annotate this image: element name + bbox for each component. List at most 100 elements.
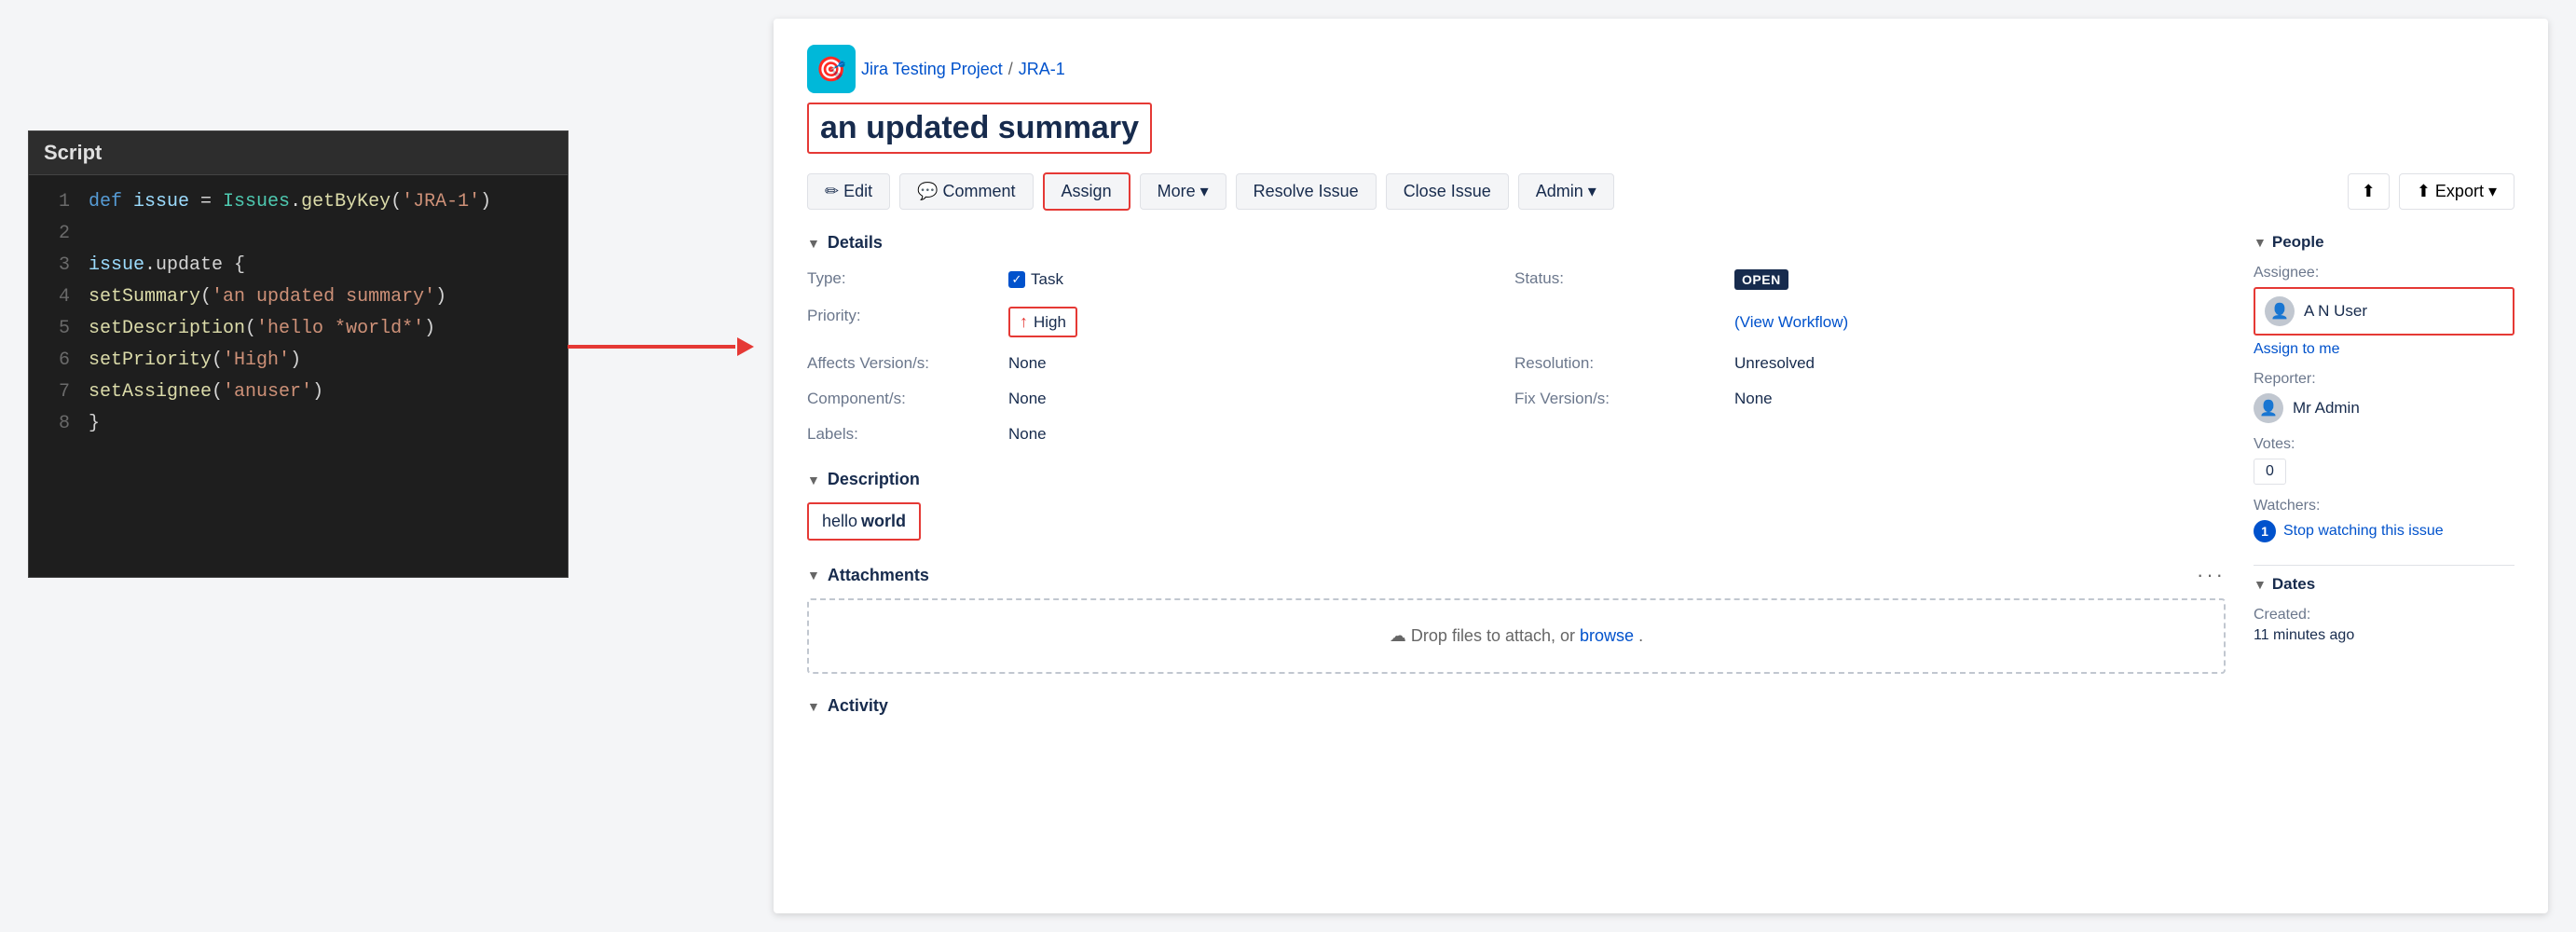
component-label: Component/s: [807,386,993,412]
breadcrumb-project[interactable]: Jira Testing Project [861,60,1003,79]
assignee-name: A N User [2304,302,2367,321]
description-header[interactable]: ▼ Description [807,470,2226,489]
attachments-label: Attachments [828,566,929,585]
people-section: ▼ People Assignee: 👤 A N User Assign to … [2254,233,2514,542]
browse-suffix: . [1638,626,1643,645]
toolbar: ✏ Edit 💬 Comment Assign More ▾ Resolve I… [807,172,2514,211]
type-value: ✓ Task [1008,266,1500,294]
line-number: 7 [36,377,70,408]
line-number: 6 [36,345,70,377]
code-token: .update { [144,254,245,276]
resolve-button[interactable]: Resolve Issue [1236,173,1377,210]
code-line: 3issue.update { [29,250,568,281]
view-workflow-link[interactable]: (View Workflow) [1734,313,1848,332]
code-token: Issues [223,191,290,212]
activity-label: Activity [828,696,888,716]
attachments-more-icon[interactable]: ··· [2197,563,2226,587]
jira-issue-panel: 🎯 Jira Testing Project / JRA-1 an update… [774,19,2548,913]
close-button[interactable]: Close Issue [1386,173,1509,210]
watcher-count-badge: 1 [2254,520,2276,542]
code-text: setPriority('High') [89,345,301,377]
dates-header: ▼ Dates [2254,575,2514,594]
left-content: ▼ Details Type: ✓ Task Status: OPEN Pri [807,233,2226,738]
editor-body: 1def issue = Issues.getByKey('JRA-1')23i… [29,175,568,577]
description-text-normal: hello [822,512,857,531]
assign-to-me-link[interactable]: Assign to me [2254,341,2514,358]
edit-button[interactable]: ✏ Edit [807,173,890,210]
description-chevron-icon: ▼ [807,473,820,487]
code-token: issue [89,254,144,276]
code-token: setSummary [89,286,200,308]
editor-title: Script [29,131,568,175]
code-line: 5 setDescription('hello *world*') [29,313,568,345]
code-token: } [89,413,100,434]
description-text-bold: world [861,512,906,531]
code-token: setDescription [89,318,245,339]
project-icon: 🎯 [807,45,856,93]
share-button[interactable]: ⬆ [2348,173,2390,210]
details-label: Details [828,233,883,253]
code-line: 6 setPriority('High') [29,345,568,377]
issue-title-row: an updated summary [807,103,2514,154]
share-icon: ⬆ [2362,182,2376,200]
people-chevron-icon: ▼ [2254,235,2267,250]
more-button[interactable]: More ▾ [1140,173,1226,210]
line-number: 4 [36,281,70,313]
drop-zone[interactable]: ☁ Drop files to attach, or browse . [807,598,2226,674]
code-token: 'anuser' [223,381,312,403]
details-header[interactable]: ▼ Details [807,233,2226,253]
activity-header[interactable]: ▼ Activity [807,696,2226,716]
task-checkbox-icon: ✓ [1008,271,1025,288]
component-value: None [1008,386,1500,412]
export-button[interactable]: ⬆ Export ▾ [2399,173,2514,210]
code-token: 'an updated summary' [212,286,435,308]
attachments-section: ▼ Attachments ··· ☁ Drop files to attach… [807,563,2226,674]
status-badge: OPEN [1734,269,1788,290]
code-text: issue.update { [89,250,245,281]
line-number: 8 [36,408,70,440]
code-line: 7 setAssignee('anuser') [29,377,568,408]
code-token: ( [245,318,256,339]
code-token: ) [424,318,435,339]
code-token: 'hello *world*' [256,318,424,339]
line-number: 2 [36,218,70,250]
view-workflow[interactable]: (View Workflow) [1734,303,2226,341]
code-token: issue [133,191,189,212]
code-token: ) [312,381,323,403]
code-token: = [189,191,223,212]
arrow-line [568,345,735,349]
code-text: setDescription('hello *world*') [89,313,435,345]
code-line: 1def issue = Issues.getByKey('JRA-1') [29,186,568,218]
description-section: ▼ Description hello world [807,470,2226,541]
browse-link[interactable]: browse [1580,626,1634,645]
code-token: ( [200,286,212,308]
priority-arrow-icon: ↑ [1020,312,1028,332]
reporter-label: Reporter: [2254,371,2514,388]
priority-label: Priority: [807,303,993,341]
line-number: 5 [36,313,70,345]
upload-icon: ☁ [1390,626,1406,645]
assign-button[interactable]: Assign [1043,172,1130,211]
details-section: ▼ Details Type: ✓ Task Status: OPEN Pri [807,233,2226,447]
attachments-chevron-icon: ▼ [807,568,820,582]
activity-section: ▼ Activity [807,696,2226,716]
votes-count[interactable]: 0 [2254,459,2286,485]
breadcrumb: 🎯 Jira Testing Project / JRA-1 [807,45,2514,93]
attachments-section-label[interactable]: ▼ Attachments [807,566,929,585]
attachments-header: ▼ Attachments ··· [807,563,2226,587]
assignee-avatar: 👤 [2265,296,2295,326]
description-label: Description [828,470,920,489]
admin-button[interactable]: Admin ▾ [1518,173,1614,210]
labels-value: None [1008,421,1500,447]
type-label: Type: [807,266,993,294]
breadcrumb-key[interactable]: JRA-1 [1019,60,1065,79]
details-chevron-icon: ▼ [807,236,820,251]
issue-title[interactable]: an updated summary [807,103,1152,154]
comment-button[interactable]: 💬 Comment [899,173,1033,210]
watchers-label: Watchers: [2254,498,2514,514]
affects-value: None [1008,350,1500,377]
code-token: ) [290,350,301,371]
line-number: 1 [36,186,70,218]
stop-watching-link[interactable]: Stop watching this issue [2283,523,2444,540]
labels-label: Labels: [807,421,993,447]
